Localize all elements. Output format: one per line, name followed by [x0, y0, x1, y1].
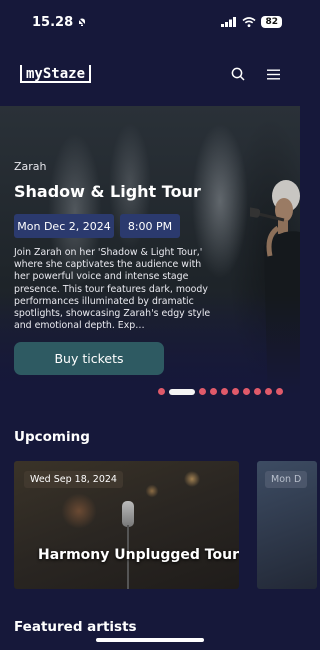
header-actions [231, 67, 280, 81]
featured-artists-heading: Featured artists [14, 619, 137, 635]
app-logo[interactable]: myStaze [20, 65, 92, 83]
buy-tickets-button[interactable]: Buy tickets [14, 342, 164, 375]
menu-icon[interactable] [267, 69, 280, 80]
carousel-dot[interactable] [254, 388, 261, 395]
upcoming-event-card[interactable]: Wed Sep 18, 2024 Harmony Unplugged Tour [14, 461, 239, 589]
mute-bell-icon [77, 17, 87, 27]
card-date-badge: Mon D [265, 471, 308, 488]
status-time: 15.28 [32, 15, 87, 30]
event-date-badge: Mon Dec 2, 2024 [14, 214, 114, 238]
signal-icon [221, 17, 237, 27]
status-icons: 82 [221, 16, 282, 28]
carousel-dot[interactable] [210, 388, 217, 395]
home-indicator[interactable] [96, 638, 204, 642]
carousel-dot[interactable] [199, 388, 206, 395]
event-time-badge: 8:00 PM [120, 214, 180, 238]
artist-name: Zarah [14, 160, 47, 173]
event-title: Shadow & Light Tour [14, 182, 201, 201]
upcoming-event-card-next[interactable]: Mon D [257, 461, 317, 589]
search-icon[interactable] [231, 67, 245, 81]
wifi-icon [242, 17, 256, 27]
status-bar: 15.28 82 [0, 0, 300, 44]
carousel-dot[interactable] [232, 388, 239, 395]
microphone-illustration [122, 501, 134, 527]
carousel-indicator[interactable] [158, 388, 283, 395]
battery-indicator: 82 [261, 16, 282, 28]
card-title: Harmony Unplugged Tour [38, 547, 239, 563]
event-description: Join Zarah on her 'Shadow & Light Tour,'… [14, 247, 211, 332]
hero-banner[interactable]: Zarah Shadow & Light Tour Mon Dec 2, 202… [0, 106, 300, 406]
carousel-dot[interactable] [243, 388, 250, 395]
carousel-dot[interactable] [265, 388, 272, 395]
carousel-dot[interactable] [276, 388, 283, 395]
carousel-dot[interactable] [158, 388, 165, 395]
card-date-badge: Wed Sep 18, 2024 [24, 471, 123, 488]
carousel-dot[interactable] [169, 388, 195, 395]
upcoming-heading: Upcoming [14, 429, 90, 445]
clock-text: 15.28 [32, 14, 74, 30]
carousel-dot[interactable] [221, 388, 228, 395]
app-header: myStaze [0, 56, 300, 92]
